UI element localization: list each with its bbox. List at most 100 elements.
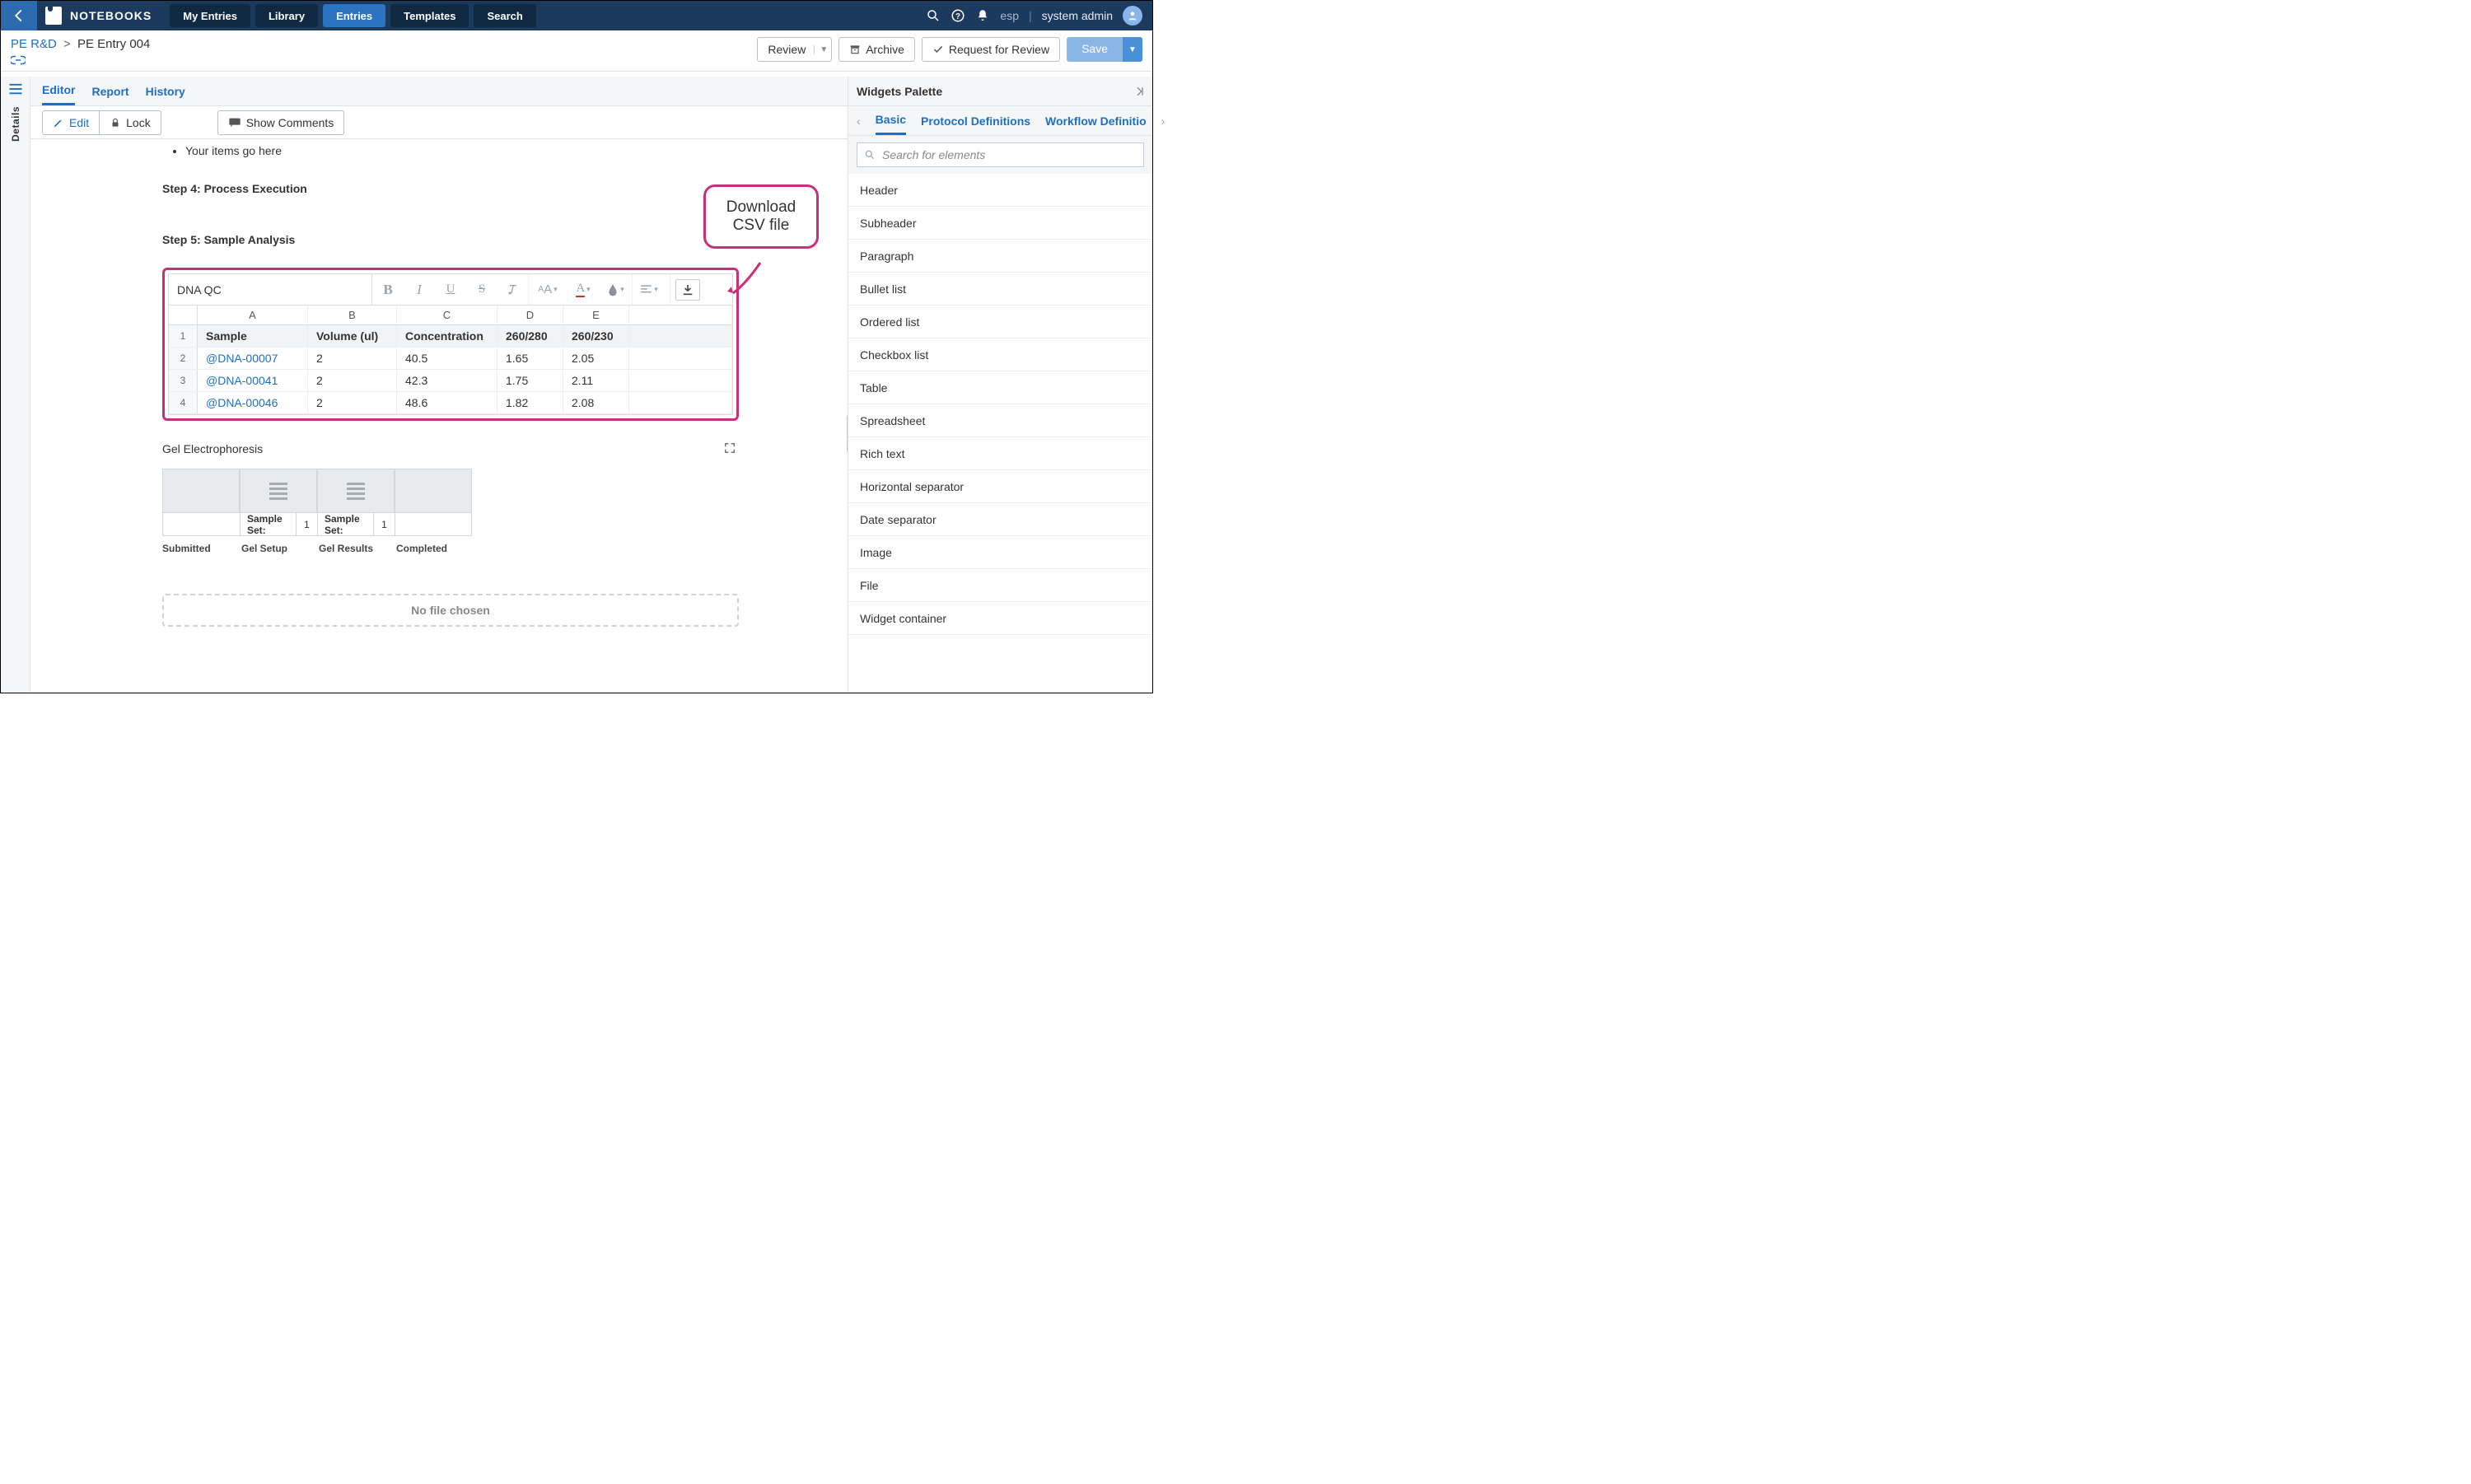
user-full[interactable]: system admin	[1042, 9, 1113, 22]
review-button[interactable]: Review ▼	[757, 37, 832, 62]
callout-arrow	[723, 259, 764, 300]
widgets-palette: Widgets Palette ‹ Basic Protocol Definit…	[848, 77, 1152, 693]
scroll-left-icon[interactable]: ‹	[857, 114, 861, 128]
edit-button[interactable]: Edit	[42, 110, 100, 135]
highlight-annotation: Download CSV file DNA QC B I U S	[162, 268, 739, 421]
bullet-list: Your items go here	[185, 144, 739, 157]
help-icon[interactable]: ?	[951, 8, 965, 23]
palette-title: Widgets Palette	[857, 85, 942, 98]
palette-item-checkbox-list[interactable]: Checkbox list	[848, 338, 1152, 371]
tab-editor[interactable]: Editor	[42, 77, 75, 105]
file-dropzone[interactable]: No file chosen	[162, 594, 739, 627]
palette-tab-basic[interactable]: Basic	[876, 106, 906, 135]
editor-canvas: Your items go here Step 4: Process Execu…	[30, 139, 848, 693]
chevron-left-icon	[12, 8, 26, 23]
palette-item-horizontal-separator[interactable]: Horizontal separator	[848, 470, 1152, 503]
table-row: 3 @DNA-00041 2 42.3 1.75 2.11	[169, 370, 732, 392]
bullet-item[interactable]: Your items go here	[185, 144, 739, 157]
phase-label: Gel Setup	[241, 543, 319, 554]
chevron-down-icon: ▼	[814, 45, 828, 54]
gel-phase-completed[interactable]	[395, 469, 472, 513]
phase-label: Gel Results	[319, 543, 396, 554]
tab-history[interactable]: History	[146, 78, 185, 105]
breadcrumb-root[interactable]: PE R&D	[11, 37, 57, 51]
palette-item-spreadsheet[interactable]: Spreadsheet	[848, 404, 1152, 437]
search-icon	[864, 149, 876, 161]
editor-toolbar: Edit Lock Show Comments	[30, 106, 848, 139]
clear-format-button[interactable]	[497, 274, 529, 305]
palette-item-widget-container[interactable]: Widget container	[848, 602, 1152, 635]
align-button[interactable]: ▾	[633, 274, 666, 305]
bold-button[interactable]: B	[372, 274, 404, 305]
nav-tab-library[interactable]: Library	[255, 4, 318, 27]
font-size-button[interactable]: AA▾	[529, 274, 567, 305]
nav-tab-entries[interactable]: Entries	[323, 4, 385, 27]
notebook-icon	[45, 7, 62, 25]
gel-workflow: Sample Set: 1 Sample Set: 1 Submitted Ge…	[162, 469, 739, 554]
palette-search-input[interactable]: Search for elements	[857, 142, 1144, 167]
callout-bubble: Download CSV file	[703, 184, 819, 249]
palette-item-image[interactable]: Image	[848, 536, 1152, 569]
nav-tab-templates[interactable]: Templates	[390, 4, 469, 27]
spreadsheet-title[interactable]: DNA QC	[169, 283, 371, 296]
top-nav: NOTEBOOKS My Entries Library Entries Tem…	[1, 1, 1152, 30]
step-4-header: Step 4: Process Execution	[162, 182, 739, 195]
lock-icon	[110, 117, 121, 128]
palette-item-header[interactable]: Header	[848, 174, 1152, 207]
palette-tab-protocol[interactable]: Protocol Definitions	[921, 108, 1030, 134]
palette-item-file[interactable]: File	[848, 569, 1152, 602]
italic-button[interactable]: I	[404, 274, 435, 305]
brand-label: NOTEBOOKS	[70, 9, 152, 22]
phase-label: Submitted	[162, 543, 241, 554]
archive-icon	[849, 44, 861, 55]
scroll-right-icon[interactable]: ›	[1161, 114, 1165, 128]
fill-color-button[interactable]: ▾	[600, 274, 633, 305]
show-comments-button[interactable]: Show Comments	[217, 110, 345, 135]
palette-item-rich-text[interactable]: Rich text	[848, 437, 1152, 470]
app-brand: NOTEBOOKS	[37, 1, 163, 30]
palette-item-paragraph[interactable]: Paragraph	[848, 240, 1152, 273]
strike-button[interactable]: S	[466, 274, 497, 305]
breadcrumb-bar: PE R&D > PE Entry 004 Review ▼ Archive R…	[1, 30, 1152, 72]
permalink-icon[interactable]	[11, 54, 150, 66]
palette-item-ordered-list[interactable]: Ordered list	[848, 306, 1152, 338]
back-button[interactable]	[1, 1, 37, 30]
palette-tab-workflow[interactable]: Workflow Definitio	[1045, 108, 1147, 134]
nav-tab-search[interactable]: Search	[474, 4, 535, 27]
editor-tabs: Editor Report History	[30, 77, 848, 106]
hamburger-icon[interactable]	[8, 77, 23, 101]
gel-title: Gel Electrophoresis	[162, 442, 739, 455]
check-icon	[932, 44, 944, 55]
search-icon[interactable]	[926, 8, 941, 23]
maximize-icon[interactable]	[724, 442, 736, 454]
avatar[interactable]	[1123, 6, 1142, 26]
lock-button[interactable]: Lock	[100, 110, 161, 135]
pencil-icon	[53, 117, 64, 128]
breadcrumb-leaf: PE Entry 004	[77, 37, 150, 51]
format-toolbar: B I U S AA▾ A▾ ▾ ▾	[371, 274, 700, 305]
nav-tab-my-entries[interactable]: My Entries	[170, 4, 250, 27]
left-rail: Details	[1, 77, 30, 693]
palette-item-subheader[interactable]: Subheader	[848, 207, 1152, 240]
phase-label: Completed	[396, 543, 474, 554]
palette-item-table[interactable]: Table	[848, 371, 1152, 404]
gel-phase-submitted[interactable]	[162, 469, 240, 513]
details-rail-label[interactable]: Details	[10, 106, 21, 142]
palette-item-bullet-list[interactable]: Bullet list	[848, 273, 1152, 306]
nav-tabs: My Entries Library Entries Templates Sea…	[170, 4, 536, 27]
request-review-button[interactable]: Request for Review	[922, 37, 1060, 62]
underline-button[interactable]: U	[435, 274, 466, 305]
bell-icon[interactable]	[975, 8, 990, 23]
user-icon	[1127, 10, 1138, 21]
collapse-palette-icon[interactable]	[1131, 86, 1144, 97]
tab-report[interactable]: Report	[91, 78, 128, 105]
gel-phase-results[interactable]	[317, 469, 395, 513]
text-color-button[interactable]: A▾	[567, 274, 600, 305]
gel-phase-setup[interactable]	[240, 469, 317, 513]
download-csv-button[interactable]	[675, 279, 700, 301]
save-button[interactable]: Save ▼	[1067, 37, 1142, 62]
archive-button[interactable]: Archive	[838, 37, 915, 62]
palette-item-date-separator[interactable]: Date separator	[848, 503, 1152, 536]
step-5-header: Step 5: Sample Analysis	[162, 233, 739, 246]
chevron-down-icon[interactable]: ▼	[1123, 37, 1142, 62]
